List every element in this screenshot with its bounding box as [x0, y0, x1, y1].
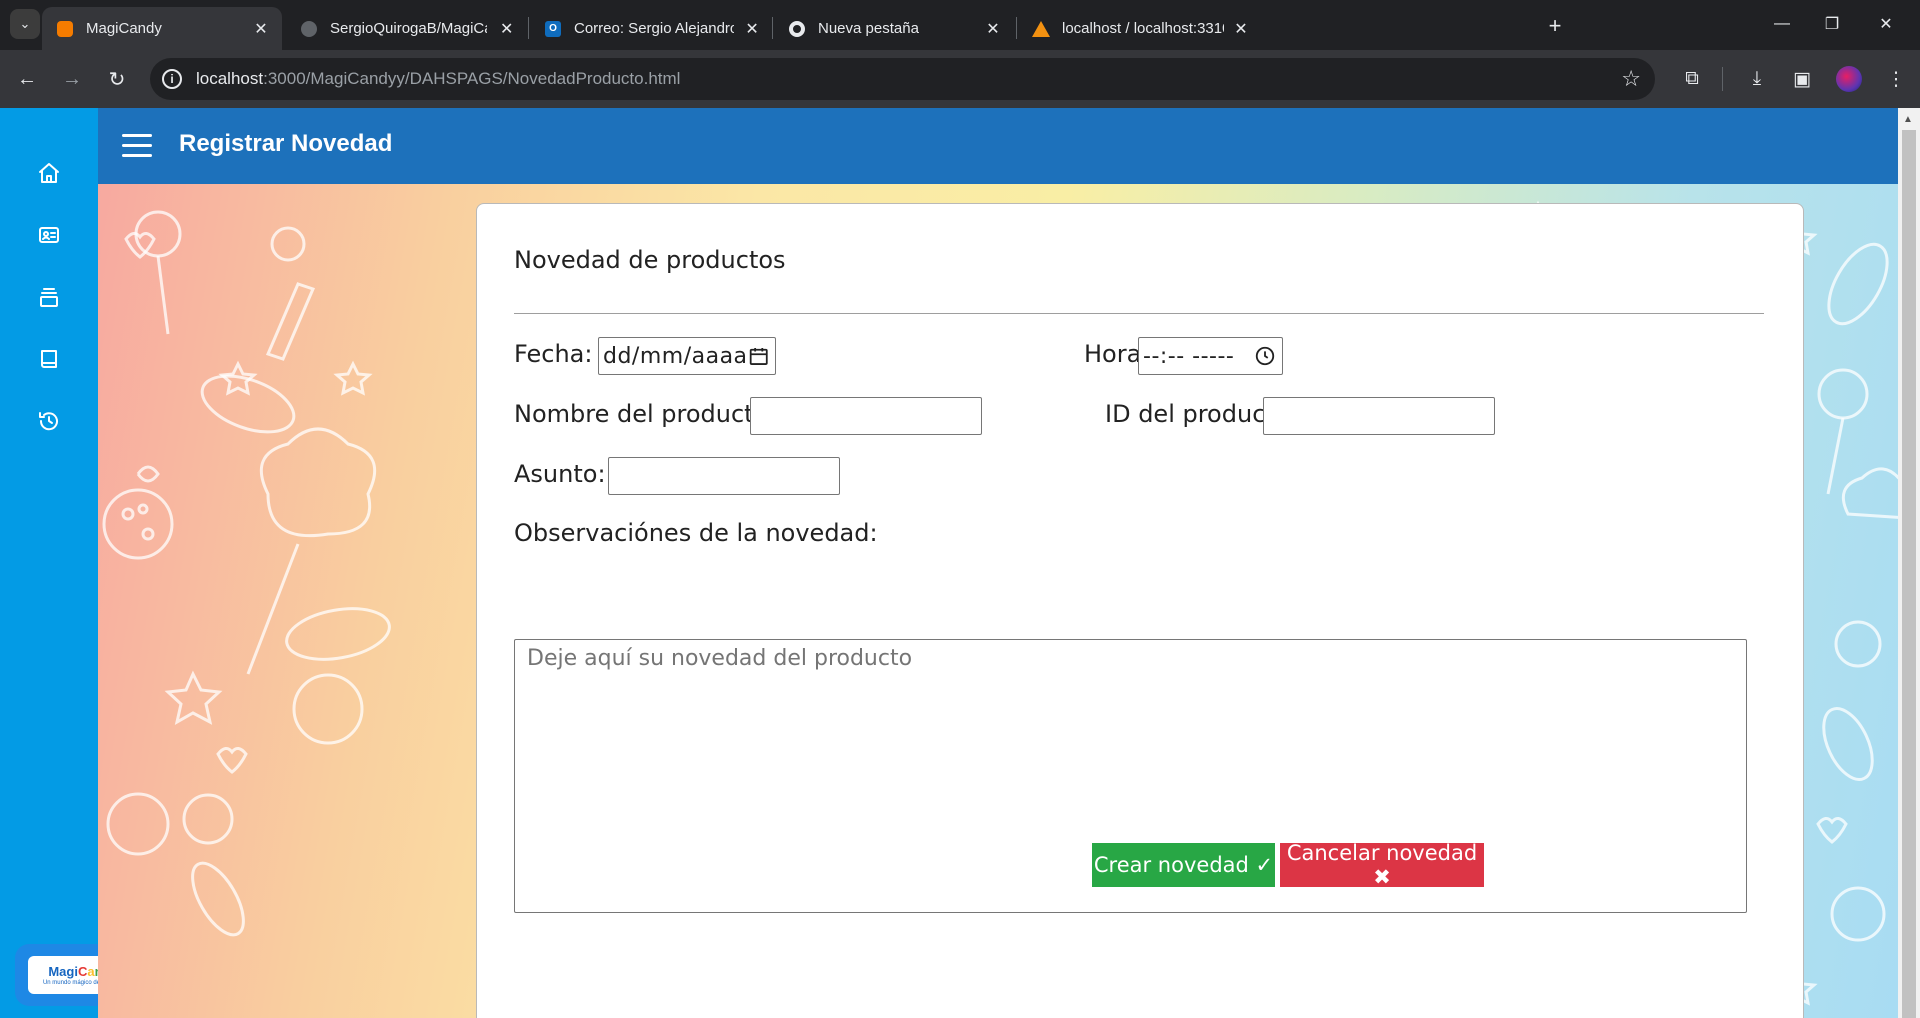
tab-outlook[interactable]: O Correo: Sergio Alejandro Quiroga ✕	[530, 7, 770, 50]
tab-divider	[1016, 17, 1017, 39]
tab-title: Nueva pestaña	[818, 20, 919, 37]
close-icon[interactable]: ✕	[744, 18, 760, 40]
book-icon[interactable]	[34, 344, 64, 374]
calendar-icon[interactable]	[748, 345, 769, 367]
fecha-label: Fecha:	[514, 340, 593, 368]
fecha-value: dd/mm/aaaa	[603, 343, 748, 369]
hamburger-menu-icon[interactable]	[122, 134, 152, 158]
tab-divider	[528, 17, 529, 39]
back-button[interactable]: ←	[12, 64, 42, 94]
asunto-label: Asunto:	[514, 460, 606, 488]
side-panel-icon[interactable]: ▣	[1787, 64, 1817, 94]
magicandy-favicon-icon	[56, 20, 74, 38]
novedad-form-card: Novedad de productos Fecha: dd/mm/aaaa H…	[476, 203, 1804, 1018]
browser-toolbar: ← → ↻ i localhost:3000/MagiCandyy/DAHSPA…	[0, 50, 1920, 108]
address-bar[interactable]: i localhost:3000/MagiCandyy/DAHSPAGS/Nov…	[150, 58, 1655, 100]
close-icon[interactable]: ✕	[497, 18, 516, 40]
download-icon[interactable]: ⤓	[1742, 64, 1772, 94]
close-icon[interactable]: ✕	[1234, 18, 1248, 40]
profile-avatar[interactable]	[1836, 66, 1862, 92]
tab-github[interactable]: SergioQuirogaB/MagiCandy ✕	[286, 7, 526, 50]
sidebar: MagiCandy Un mundo mágico de sabores	[0, 108, 151, 1018]
hora-value: --:-- -----	[1143, 343, 1235, 369]
phpmyadmin-icon	[1032, 20, 1050, 38]
new-tab-button[interactable]: +	[1540, 13, 1570, 39]
close-window-button[interactable]: ✕	[1866, 10, 1906, 38]
nombre-producto-label: Nombre del producto:	[514, 400, 777, 428]
form-divider	[514, 313, 1764, 314]
close-icon[interactable]: ✕	[982, 18, 1004, 40]
close-icon[interactable]: ✕	[250, 18, 272, 40]
forward-button[interactable]: →	[57, 64, 87, 94]
tab-title: MagiCandy	[86, 20, 162, 37]
tab-divider	[772, 17, 773, 39]
id-producto-input[interactable]	[1263, 397, 1495, 435]
clock-icon[interactable]	[1254, 345, 1276, 367]
bookmark-star-icon[interactable]: ☆	[1621, 66, 1641, 92]
tab-title: localhost / localhost:3310 / magicandy	[1062, 20, 1224, 37]
page-title: Registrar Novedad	[179, 130, 393, 157]
scroll-up-arrow-icon[interactable]: ▲	[1903, 114, 1913, 125]
toolbar-divider	[1722, 67, 1723, 91]
menu-kebab-icon[interactable]: ⋮	[1881, 64, 1911, 94]
cancelar-novedad-button[interactable]: Cancelar novedad ✖	[1280, 841, 1484, 889]
browser-tab-bar: ⌄ MagiCandy ✕ SergioQuirogaB/MagiCandy ✕…	[0, 0, 1920, 50]
url-text[interactable]: localhost:3000/MagiCandyy/DAHSPAGS/Noved…	[196, 69, 680, 89]
scrollbar-thumb[interactable]	[1902, 130, 1916, 1018]
outlook-icon: O	[544, 20, 562, 38]
page-header: Registrar Novedad	[98, 108, 1898, 184]
chrome-icon	[788, 20, 806, 38]
tab-search-button[interactable]: ⌄	[10, 9, 40, 39]
asunto-input[interactable]	[608, 457, 840, 495]
github-icon	[300, 20, 318, 38]
extensions-icon[interactable]: ⧉	[1677, 64, 1707, 94]
crear-novedad-button[interactable]: Crear novedad ✓	[1092, 843, 1275, 887]
tab-title: SergioQuirogaB/MagiCandy	[330, 20, 487, 37]
reload-button[interactable]: ↻	[102, 64, 132, 94]
site-info-icon[interactable]: i	[162, 69, 182, 89]
page-viewport: MagiCandy Un mundo mágico de sabores Reg…	[0, 108, 1920, 1018]
fecha-date-input[interactable]: dd/mm/aaaa	[598, 337, 776, 375]
minimize-button[interactable]: —	[1762, 10, 1802, 38]
tab-title: Correo: Sergio Alejandro Quiroga	[574, 20, 735, 37]
page-scrollbar[interactable]: ▲	[1898, 108, 1920, 1018]
hora-time-input[interactable]: --:-- -----	[1138, 337, 1283, 375]
form-title: Novedad de productos	[514, 246, 786, 274]
tab-phpmyadmin[interactable]: localhost / localhost:3310 / magicandy ✕	[1018, 7, 1258, 50]
history-icon[interactable]	[34, 406, 64, 436]
restore-button[interactable]: ❐	[1812, 10, 1852, 38]
home-icon[interactable]	[34, 158, 64, 188]
archive-icon[interactable]	[34, 282, 64, 312]
id-card-icon[interactable]	[34, 220, 64, 250]
observaciones-label: Observaciónes de la novedad:	[514, 519, 878, 547]
nombre-producto-input[interactable]	[750, 397, 982, 435]
tab-magicandy[interactable]: MagiCandy ✕	[42, 7, 282, 50]
tab-new[interactable]: Nueva pestaña ✕	[774, 7, 1014, 50]
